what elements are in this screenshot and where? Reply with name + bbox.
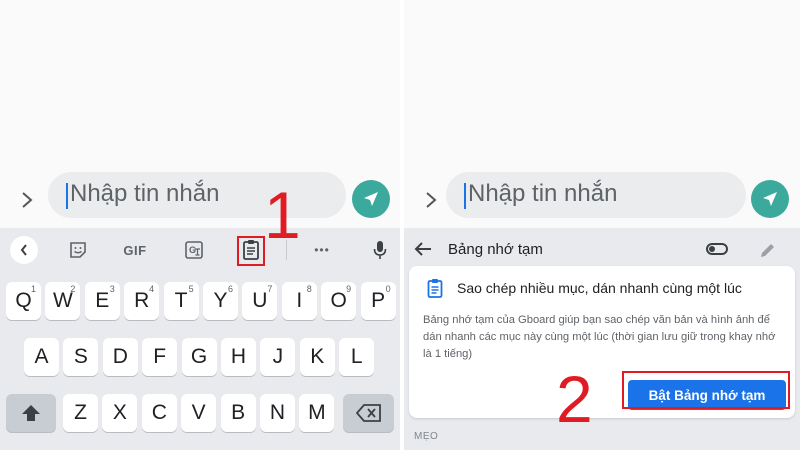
message-input[interactable]: Nhập tin nhắn bbox=[446, 172, 746, 218]
sticker-button[interactable] bbox=[66, 236, 90, 264]
shift-key[interactable] bbox=[6, 394, 56, 432]
key-s[interactable]: S bbox=[63, 338, 99, 376]
key-letter: Y bbox=[213, 289, 228, 312]
key-g[interactable]: G bbox=[181, 338, 217, 376]
key-number-hint: 9 bbox=[346, 284, 352, 294]
backspace-key[interactable] bbox=[343, 394, 394, 432]
translate-button[interactable]: G bbox=[182, 236, 206, 264]
more-button[interactable]: ••• bbox=[310, 236, 334, 264]
key-r[interactable]: 4R bbox=[124, 282, 160, 320]
keyboard: GIF G ••• 1 Q 2 W 3 E 4 R 5 T 6 Y 7 U 8 … bbox=[0, 228, 400, 450]
svg-text:G: G bbox=[189, 245, 196, 255]
key-q[interactable]: 1Q bbox=[6, 282, 41, 320]
clipboard-highlight-box bbox=[237, 236, 265, 266]
text-cursor bbox=[66, 183, 68, 209]
toggle-knob bbox=[709, 246, 715, 252]
key-v[interactable]: V bbox=[181, 394, 217, 432]
send-button[interactable] bbox=[352, 180, 390, 218]
key-number-hint: 8 bbox=[306, 284, 312, 294]
message-input[interactable]: Nhập tin nhắn bbox=[48, 172, 346, 218]
key-m[interactable]: M bbox=[299, 394, 335, 432]
key-number-hint: 7 bbox=[267, 284, 273, 294]
clipboard-panel: Bảng nhớ tạm Sao chép nhiều mục, dán nha… bbox=[404, 228, 800, 450]
key-w[interactable]: 2W bbox=[45, 282, 81, 320]
clipboard-title: Bảng nhớ tạm bbox=[448, 241, 543, 258]
text-cursor bbox=[464, 183, 466, 209]
key-letter: U bbox=[252, 289, 268, 312]
key-k[interactable]: K bbox=[299, 338, 335, 376]
key-b[interactable]: B bbox=[220, 394, 256, 432]
key-d[interactable]: D bbox=[102, 338, 138, 376]
promo-card-description: Bảng nhớ tạm của Gboard giúp bạn sao ché… bbox=[423, 314, 776, 360]
tips-label: MẸO bbox=[414, 431, 439, 442]
key-letter: R bbox=[134, 289, 150, 312]
microphone-icon bbox=[373, 241, 387, 259]
key-t[interactable]: 5T bbox=[163, 282, 199, 320]
key-n[interactable]: N bbox=[260, 394, 295, 432]
enable-button-highlight-box bbox=[622, 371, 790, 409]
key-p[interactable]: 0P bbox=[360, 282, 396, 320]
toolbar-back-button[interactable] bbox=[10, 236, 38, 264]
gif-button[interactable]: GIF bbox=[120, 236, 150, 264]
sticker-icon bbox=[70, 242, 86, 258]
clipboard-icon bbox=[427, 279, 443, 298]
edit-pencil-icon[interactable] bbox=[759, 241, 777, 259]
key-l[interactable]: L bbox=[339, 338, 375, 376]
key-c[interactable]: C bbox=[141, 394, 177, 432]
key-number-hint: 3 bbox=[109, 284, 115, 294]
expand-chevron-icon[interactable] bbox=[20, 188, 34, 212]
key-y[interactable]: 6Y bbox=[203, 282, 238, 320]
arrow-back-icon[interactable] bbox=[414, 241, 432, 257]
key-number-hint: 0 bbox=[385, 284, 391, 294]
key-z[interactable]: Z bbox=[63, 394, 98, 432]
backspace-icon bbox=[355, 404, 381, 422]
voice-input-button[interactable] bbox=[370, 236, 390, 264]
shift-icon bbox=[22, 405, 40, 421]
send-button[interactable] bbox=[751, 180, 789, 218]
key-letter: E bbox=[95, 289, 110, 312]
key-a[interactable]: A bbox=[24, 338, 59, 376]
send-icon bbox=[763, 192, 777, 206]
key-number-hint: 4 bbox=[149, 284, 155, 294]
key-letter: I bbox=[296, 289, 303, 312]
key-e[interactable]: 3E bbox=[84, 282, 120, 320]
key-number-hint: 6 bbox=[227, 284, 233, 294]
key-number-hint: 5 bbox=[188, 284, 194, 294]
key-letter: P bbox=[371, 289, 386, 312]
key-x[interactable]: X bbox=[102, 394, 138, 432]
key-j[interactable]: J bbox=[260, 338, 296, 376]
key-f[interactable]: F bbox=[142, 338, 178, 376]
key-h[interactable]: H bbox=[221, 338, 256, 376]
left-screenshot: Nhập tin nhắn GIF G ••• 1 Q 2 W 3 E 4 R … bbox=[0, 0, 400, 450]
key-number-hint: 1 bbox=[30, 284, 36, 294]
key-u[interactable]: 7U bbox=[242, 282, 278, 320]
key-o[interactable]: 9O bbox=[321, 282, 357, 320]
message-placeholder: Nhập tin nhắn bbox=[468, 180, 618, 207]
promo-card-title: Sao chép nhiều mục, dán nhanh cùng một l… bbox=[457, 280, 742, 296]
translate-icon: G bbox=[185, 241, 203, 259]
key-letter: O bbox=[330, 289, 347, 312]
expand-chevron-icon[interactable] bbox=[424, 188, 438, 212]
key-letter: Q bbox=[15, 289, 32, 312]
message-placeholder: Nhập tin nhắn bbox=[70, 180, 220, 207]
clipboard-toggle[interactable] bbox=[706, 243, 728, 255]
keyboard-toolbar: GIF G ••• bbox=[0, 228, 400, 272]
key-letter: T bbox=[174, 289, 188, 312]
step-number-1: 1 bbox=[264, 178, 301, 252]
key-number-hint: 2 bbox=[70, 284, 76, 294]
chevron-left-icon bbox=[20, 244, 27, 256]
send-icon bbox=[364, 192, 378, 206]
step-number-2: 2 bbox=[556, 362, 593, 436]
key-i[interactable]: 8I bbox=[281, 282, 317, 320]
